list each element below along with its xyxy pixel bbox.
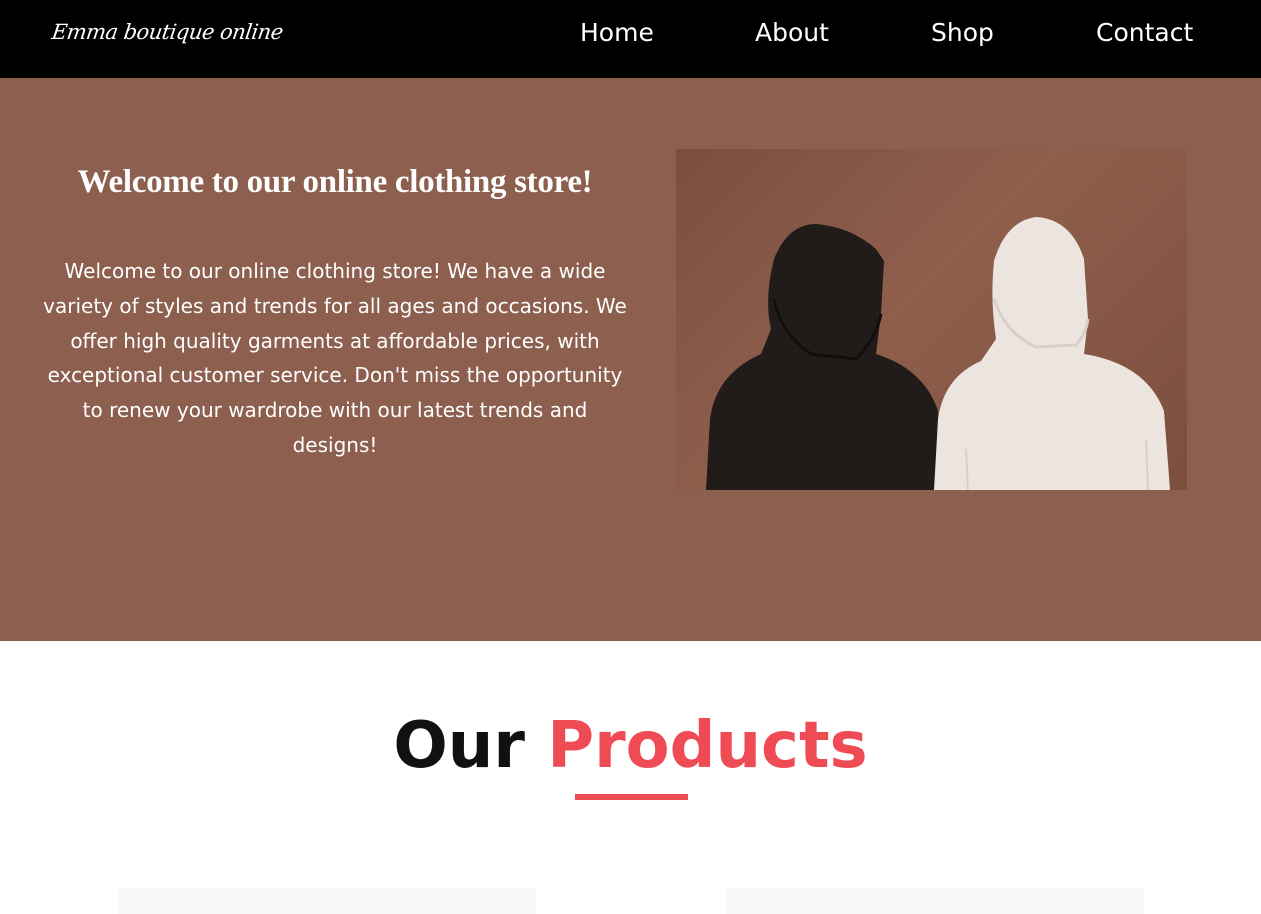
nav-contact[interactable]: Contact — [1096, 18, 1193, 47]
nav-about[interactable]: About — [755, 18, 829, 47]
product-card[interactable] — [119, 888, 536, 914]
heading-underline — [575, 794, 688, 800]
product-card[interactable] — [727, 888, 1144, 914]
logo[interactable]: Emma boutique online — [50, 20, 284, 44]
hoodies-illustration — [706, 217, 1170, 490]
hero-section: Welcome to our online clothing store! We… — [0, 78, 1261, 641]
products-heading: Our Products — [0, 706, 1261, 786]
hero-description: Welcome to our online clothing store! We… — [43, 259, 627, 457]
products-heading-part2: Products — [547, 709, 868, 783]
hero-image — [676, 149, 1187, 490]
nav-home[interactable]: Home — [580, 18, 654, 47]
products-heading-part1: Our — [393, 709, 525, 783]
nav-shop[interactable]: Shop — [931, 18, 994, 47]
hero-title: Welcome to our online clothing store! — [77, 164, 593, 200]
site-header: Emma boutique online Home About Shop Con… — [0, 0, 1261, 78]
